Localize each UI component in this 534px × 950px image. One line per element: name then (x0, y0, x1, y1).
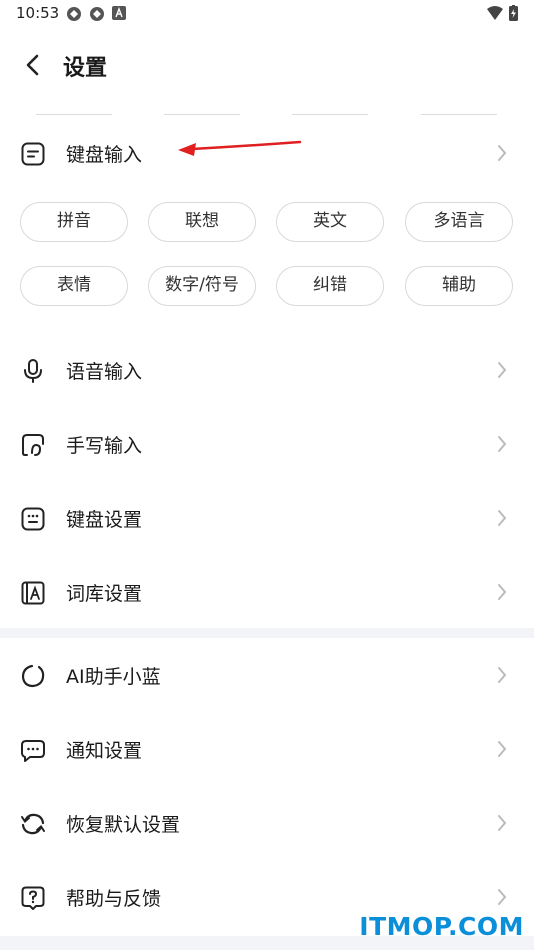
tab-indicator-line (36, 114, 112, 115)
chip-emoji[interactable]: 表情 (20, 266, 128, 306)
back-arrow-icon[interactable] (18, 50, 48, 80)
row-label: 帮助与反馈 (66, 888, 162, 910)
row-keyboard-settings[interactable]: 键盘设置 (0, 488, 534, 548)
chevron-right-icon (498, 889, 507, 905)
row-label: 语音输入 (66, 361, 143, 383)
app-notification-icon (67, 7, 81, 21)
ai-assistant-icon (21, 664, 45, 688)
header: 设置 (0, 40, 534, 90)
chip-english[interactable]: 英文 (276, 202, 384, 242)
chevron-right-icon (498, 667, 507, 683)
row-label: 键盘输入 (66, 144, 143, 166)
section-divider (0, 628, 534, 638)
row-handwriting-input[interactable]: 手写输入 (0, 414, 534, 474)
wifi-icon (487, 6, 503, 20)
row-label: AI助手小蓝 (66, 666, 161, 688)
row-label: 键盘设置 (66, 509, 143, 531)
status-time: 10:53 (16, 4, 60, 22)
app-notification-icon (90, 7, 104, 21)
page-title: 设置 (63, 56, 108, 81)
status-bar: 10:53 (0, 0, 534, 28)
keyboard-icon (21, 507, 45, 531)
chevron-right-icon (498, 510, 507, 526)
chevron-right-icon (498, 362, 507, 378)
row-label: 词库设置 (66, 583, 143, 605)
chip-correction[interactable]: 纠错 (276, 266, 384, 306)
help-icon (21, 886, 45, 910)
chip-numbers-symbols[interactable]: 数字/符号 (148, 266, 256, 306)
keyboard-input-icon (21, 142, 45, 166)
chevron-right-icon (498, 436, 507, 452)
red-annotation-arrow (178, 140, 302, 156)
battery-icon (509, 5, 518, 21)
row-ai-assistant[interactable]: AI助手小蓝 (0, 645, 534, 705)
restore-icon (21, 813, 45, 835)
row-notification-settings[interactable]: 通知设置 (0, 719, 534, 779)
dictionary-icon (21, 581, 45, 605)
chip-multilingual[interactable]: 多语言 (405, 202, 513, 242)
tab-indicator-line (164, 114, 240, 115)
chevron-right-icon (498, 584, 507, 600)
chip-association[interactable]: 联想 (148, 202, 256, 242)
chevron-right-icon (498, 815, 507, 831)
row-label: 手写输入 (66, 435, 143, 457)
tab-indicator-line (292, 114, 368, 115)
row-dictionary-settings[interactable]: 词库设置 (0, 562, 534, 622)
font-notification-icon (112, 6, 126, 20)
row-restore-defaults[interactable]: 恢复默认设置 (0, 793, 534, 853)
notification-icon (21, 740, 45, 762)
microphone-icon (24, 359, 42, 383)
tab-indicator-line (421, 114, 497, 115)
chip-pinyin[interactable]: 拼音 (20, 202, 128, 242)
handwriting-icon (22, 434, 44, 456)
row-voice-input[interactable]: 语音输入 (0, 340, 534, 400)
row-label: 恢复默认设置 (66, 814, 181, 836)
chevron-right-icon (498, 145, 507, 161)
row-label: 通知设置 (66, 740, 143, 762)
chip-assist[interactable]: 辅助 (405, 266, 513, 306)
chevron-right-icon (498, 741, 507, 757)
watermark: ITMOP.COM (359, 912, 524, 941)
